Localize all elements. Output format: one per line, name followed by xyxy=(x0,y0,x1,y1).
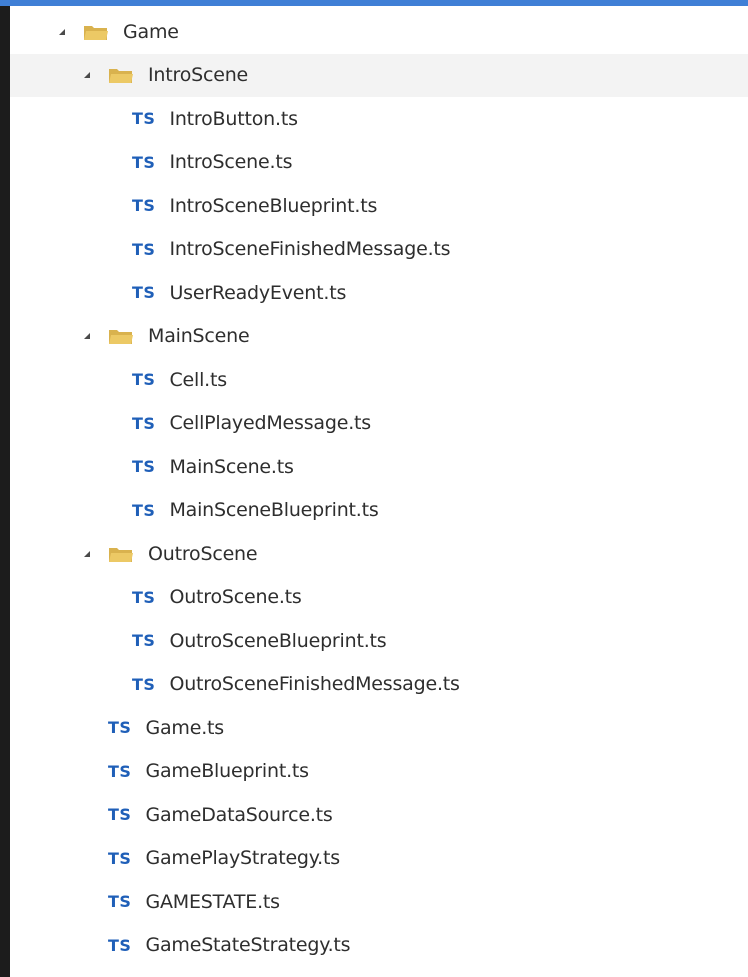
folder-open-icon xyxy=(83,23,109,41)
file-label: OutroSceneBlueprint.ts xyxy=(169,629,387,652)
expanded-arrow-icon[interactable] xyxy=(82,70,92,80)
tree-file[interactable]: TS OutroScene.ts xyxy=(10,576,748,620)
tree-file[interactable]: TS MainScene.ts xyxy=(10,445,748,489)
typescript-file-icon: TS xyxy=(132,109,156,129)
tree-file[interactable]: TS GameDataSource.ts xyxy=(10,793,748,837)
tree-file[interactable]: TS OutroSceneFinishedMessage.ts xyxy=(10,663,748,707)
file-label: Cell.ts xyxy=(169,368,227,391)
file-label: GAMESTATE.ts xyxy=(145,890,280,913)
tree-file[interactable]: TS UserReadyEvent.ts xyxy=(10,271,748,315)
typescript-file-icon: TS xyxy=(132,500,156,520)
typescript-file-icon: TS xyxy=(132,457,156,477)
typescript-file-icon: TS xyxy=(132,413,156,433)
tree-file[interactable]: TS IntroScene.ts xyxy=(10,141,748,185)
tree-file[interactable]: TS GamePlayStrategy.ts xyxy=(10,837,748,881)
typescript-file-icon: TS xyxy=(132,370,156,390)
typescript-file-icon: TS xyxy=(132,587,156,607)
folder-label: IntroScene xyxy=(148,64,249,87)
file-label: CellPlayedMessage.ts xyxy=(169,412,371,435)
typescript-file-icon: TS xyxy=(108,718,132,738)
file-label: GameStateStrategy.ts xyxy=(145,934,351,957)
typescript-file-icon: TS xyxy=(132,283,156,303)
expanded-arrow-icon[interactable] xyxy=(57,27,67,37)
file-label: GameDataSource.ts xyxy=(145,803,333,826)
file-label: GamePlayStrategy.ts xyxy=(145,847,340,870)
file-label: IntroButton.ts xyxy=(169,107,298,130)
tree-file[interactable]: TS MainSceneBlueprint.ts xyxy=(10,489,748,533)
file-label: UserReadyEvent.ts xyxy=(169,281,347,304)
folder-label: MainScene xyxy=(148,325,250,348)
typescript-file-icon: TS xyxy=(108,848,132,868)
typescript-file-icon: TS xyxy=(108,805,132,825)
top-accent-bar xyxy=(0,0,748,6)
typescript-file-icon: TS xyxy=(108,892,132,912)
tree-file[interactable]: TS IntroSceneFinishedMessage.ts xyxy=(10,228,748,272)
tree-file[interactable]: TS Game.ts xyxy=(10,706,748,750)
file-label: Game.ts xyxy=(145,716,224,739)
tree-file[interactable]: TS Cell.ts xyxy=(10,358,748,402)
typescript-file-icon: TS xyxy=(132,674,156,694)
tree-folder-game[interactable]: Game xyxy=(10,10,748,54)
folder-label: OutroScene xyxy=(148,542,258,565)
tree-file[interactable]: TS IntroSceneBlueprint.ts xyxy=(10,184,748,228)
typescript-file-icon: TS xyxy=(108,935,132,955)
folder-label: Game xyxy=(123,20,179,43)
typescript-file-icon: TS xyxy=(132,196,156,216)
file-label: MainSceneBlueprint.ts xyxy=(169,499,379,522)
expanded-arrow-icon[interactable] xyxy=(82,331,92,341)
tree-file[interactable]: TS OutroSceneBlueprint.ts xyxy=(10,619,748,663)
expanded-arrow-icon[interactable] xyxy=(82,549,92,559)
folder-open-icon xyxy=(108,545,134,563)
typescript-file-icon: TS xyxy=(132,631,156,651)
solution-explorer-tree: Game IntroScene TS IntroButton.ts TS Intro… xyxy=(10,10,748,967)
folder-open-icon xyxy=(108,327,134,345)
tree-file[interactable]: TS GAMESTATE.ts xyxy=(10,880,748,924)
tree-folder-mainscene[interactable]: MainScene xyxy=(10,315,748,359)
tree-folder-outroscene[interactable]: OutroScene xyxy=(10,532,748,576)
file-label: OutroScene.ts xyxy=(169,586,302,609)
typescript-file-icon: TS xyxy=(132,239,156,259)
tree-file[interactable]: TS IntroButton.ts xyxy=(10,97,748,141)
file-label: OutroSceneFinishedMessage.ts xyxy=(169,673,460,696)
file-label: GameBlueprint.ts xyxy=(145,760,309,783)
tree-folder-introscene[interactable]: IntroScene xyxy=(10,53,748,97)
file-label: IntroSceneFinishedMessage.ts xyxy=(169,238,451,261)
folder-open-icon xyxy=(108,66,134,84)
typescript-file-icon: TS xyxy=(108,761,132,781)
tree-file[interactable]: TS GameStateStrategy.ts xyxy=(10,924,748,968)
file-label: IntroSceneBlueprint.ts xyxy=(169,194,378,217)
file-label: IntroScene.ts xyxy=(169,151,293,174)
typescript-file-icon: TS xyxy=(132,152,156,172)
tree-file[interactable]: TS CellPlayedMessage.ts xyxy=(10,402,748,446)
file-label: MainScene.ts xyxy=(169,455,294,478)
tree-file[interactable]: TS GameBlueprint.ts xyxy=(10,750,748,794)
left-border xyxy=(0,6,10,977)
